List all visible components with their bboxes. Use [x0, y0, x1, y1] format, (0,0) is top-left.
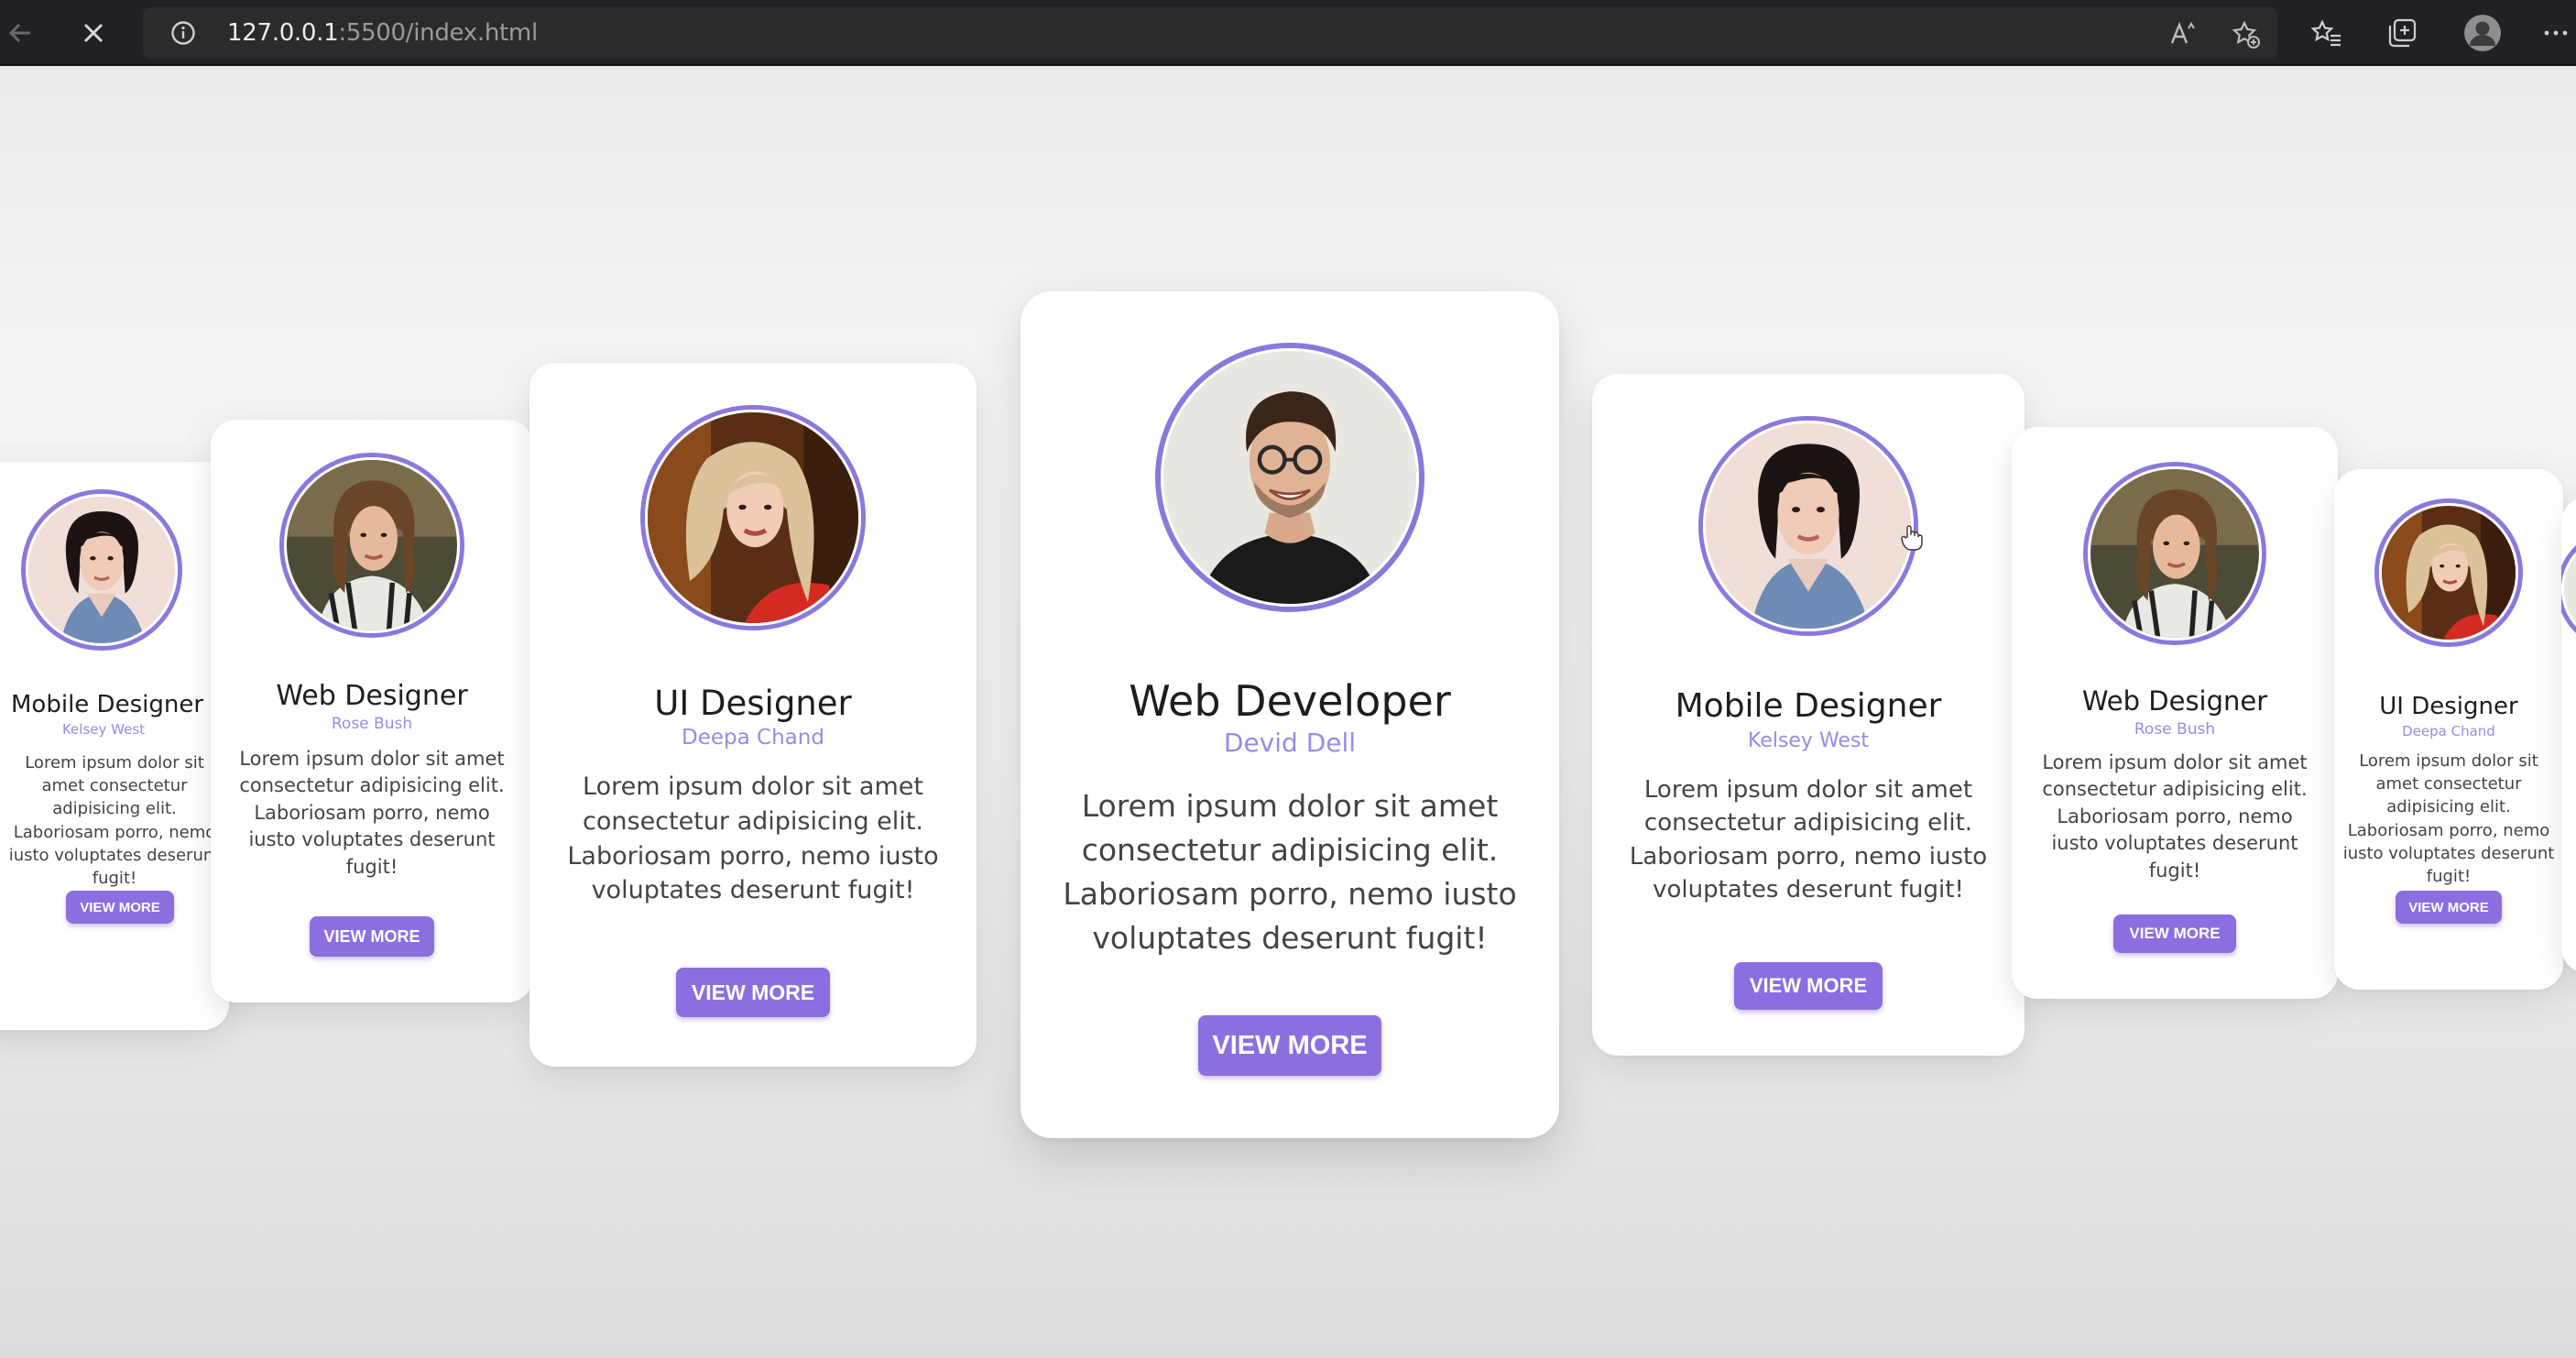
card-description: Lorem ipsum dolor sit amet consectetur a…: [8, 753, 221, 888]
avatar: [21, 489, 182, 651]
url-path: :5500/index.html: [338, 19, 538, 47]
profile-card: Web Designer Rose Bush Lorem ipsum dolor…: [2012, 427, 2338, 999]
more-icon[interactable]: [2536, 13, 2576, 53]
card-title: Web Designer: [276, 680, 468, 712]
hand-cursor-icon: [1900, 524, 1924, 552]
card-title: UI Designer: [2379, 693, 2518, 720]
avatar: [1155, 343, 1424, 612]
card-name: Deepa Chand: [2402, 723, 2495, 739]
card-name: Rose Bush: [331, 715, 413, 733]
view-more-button[interactable]: VIEW MORE: [1734, 962, 1883, 1010]
avatar: [2374, 498, 2523, 647]
avatar: [2083, 462, 2266, 645]
close-icon[interactable]: [73, 13, 114, 53]
card-description: Lorem ipsum dolor sit amet consectetur a…: [1629, 776, 1988, 904]
card-title: Mobile Designer: [1675, 687, 1942, 725]
collections-icon[interactable]: [2382, 13, 2422, 53]
view-more-button[interactable]: VIEW MORE: [310, 916, 434, 957]
address-bar[interactable]: 127.0.0.1:5500/index.html: [143, 7, 2277, 59]
view-more-button[interactable]: VIEW MORE: [2396, 891, 2502, 924]
favorite-add-icon[interactable]: [2232, 20, 2260, 49]
view-more-button[interactable]: VIEW MORE: [1198, 1015, 1381, 1076]
browser-toolbar: 127.0.0.1:5500/index.html: [0, 0, 2576, 66]
avatar: [1698, 416, 1918, 636]
card-name: Kelsey West: [61, 721, 146, 738]
avatar: [279, 453, 464, 638]
profile-card: Mobile Designer Kelsey West Lorem ipsum …: [1592, 374, 2025, 1056]
profile-icon[interactable]: [2462, 13, 2503, 53]
favorites-icon[interactable]: [2307, 13, 2347, 53]
profile-card-active: Web Developer Devid Dell Lorem ipsum dol…: [1021, 291, 1559, 1138]
card-carousel: Mobile Designer Kelsey West Lorem ipsum …: [0, 66, 2576, 1358]
back-icon[interactable]: [0, 13, 40, 53]
card-title: Web Designer: [2081, 685, 2268, 717]
card-title: Web Developer: [1129, 676, 1451, 726]
profile-card: UI Designer Deepa Chand Lorem ipsum dolo…: [529, 363, 977, 1067]
avatar: [640, 405, 866, 630]
card-description: Lorem ipsum dolor sit amet consectetur a…: [2342, 751, 2555, 886]
profile-card-partial: [2561, 497, 2576, 973]
view-more-button[interactable]: VIEW MORE: [676, 968, 830, 1017]
profile-card: Web Designer Rose Bush Lorem ipsum dolor…: [211, 420, 533, 1002]
view-more-button[interactable]: VIEW MORE: [66, 891, 174, 924]
url-text[interactable]: 127.0.0.1:5500/index.html: [227, 19, 538, 47]
view-more-button[interactable]: VIEW MORE: [2113, 914, 2236, 953]
card-name: Kelsey West: [1747, 729, 1870, 752]
profile-card: Mobile Designer Kelsey West Lorem ipsum …: [0, 462, 229, 1030]
card-title: Mobile Designer: [11, 691, 204, 718]
profile-card: UI Designer Deepa Chand Lorem ipsum dolo…: [2334, 469, 2563, 990]
card-name: Deepa Chand: [682, 726, 824, 750]
card-description: Lorem ipsum dolor sit amet consectetur a…: [1063, 788, 1517, 956]
card-title: UI Designer: [654, 684, 852, 723]
card-name: Rose Bush: [2134, 720, 2216, 739]
card-description: Lorem ipsum dolor sit amet consectetur a…: [567, 772, 939, 905]
card-description: Lorem ipsum dolor sit amet consectetur a…: [239, 748, 505, 878]
info-icon[interactable]: [170, 20, 196, 46]
url-host: 127.0.0.1: [227, 19, 339, 47]
card-name: Devid Dell: [1223, 728, 1357, 758]
avatar: [2561, 530, 2576, 649]
read-aloud-icon[interactable]: [2169, 20, 2197, 48]
card-description: Lorem ipsum dolor sit amet consectetur a…: [2042, 751, 2308, 882]
